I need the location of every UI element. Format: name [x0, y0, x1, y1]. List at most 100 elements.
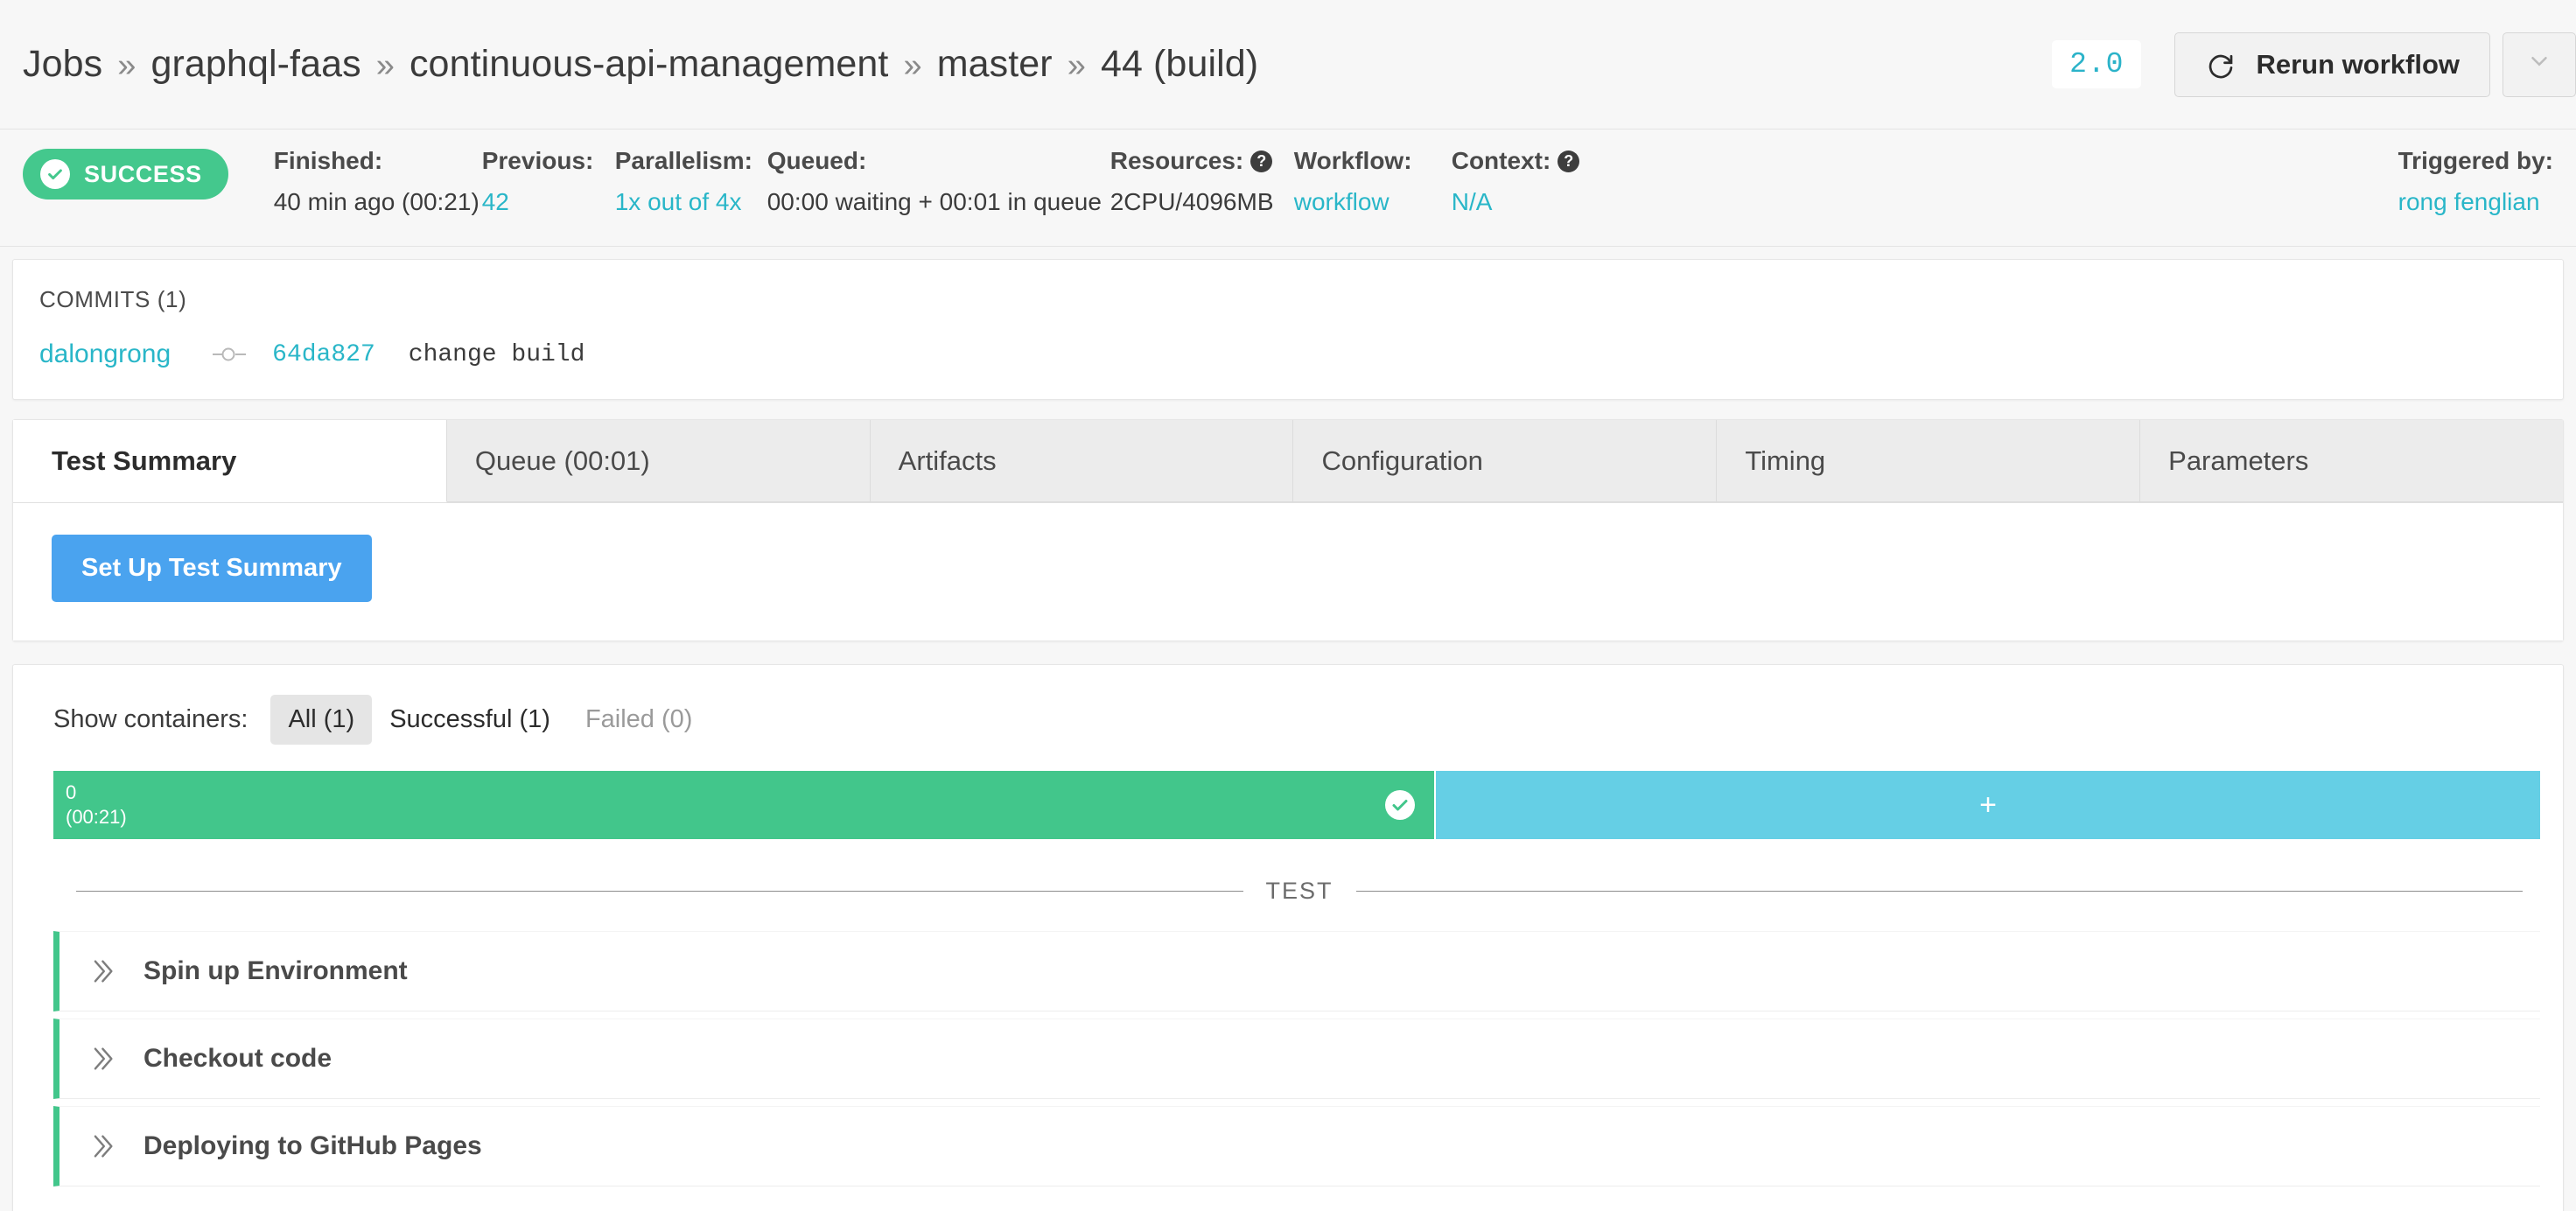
meta-context-label: Context: ?	[1452, 149, 1609, 173]
meta-resources-label: Resources: ?	[1110, 149, 1294, 173]
container-filter-failed[interactable]: Failed (0)	[568, 695, 710, 745]
plus-icon: +	[1979, 788, 1997, 822]
container-filter-successful[interactable]: Successful (1)	[372, 695, 568, 745]
meta-triggered-by: Triggered by: rong fenglian	[2398, 149, 2553, 214]
chevron-double-right-icon[interactable]	[60, 1131, 144, 1161]
meta-finished: Finished: 40 min ago (00:21)	[274, 149, 482, 214]
meta-triggered-by-value[interactable]: rong fenglian	[2398, 190, 2540, 214]
meta-finished-value: 40 min ago (00:21)	[273, 188, 480, 215]
status-badge-label: SUCCESS	[84, 160, 202, 187]
breadcrumb-separator: »	[1067, 47, 1086, 84]
step-label: Checkout code	[144, 1044, 332, 1073]
breadcrumb: Jobs » graphql-faas » continuous-api-man…	[23, 43, 1258, 86]
breadcrumb-separator: »	[375, 47, 395, 84]
tab-label: Timing	[1745, 444, 1826, 476]
commits-title: COMMITS (1)	[39, 286, 187, 312]
meta-triggered-by-label: Triggered by:	[2398, 147, 2553, 174]
rerun-workflow-button[interactable]: Rerun workflow	[2174, 32, 2490, 97]
meta-context-value[interactable]: N/A	[1452, 190, 1609, 214]
commits-card: COMMITS (1) dalongrong 64da827 change bu…	[12, 259, 2564, 400]
build-meta: Finished: 40 min ago (00:21) Previous: 4…	[253, 149, 1609, 214]
divider-rule-left	[76, 891, 1243, 892]
containers-card: Show containers: All (1) Successful (1) …	[12, 664, 2564, 1211]
build-status-bar: SUCCESS Finished: 40 min ago (00:21) Pre…	[0, 130, 2576, 247]
step-row[interactable]: Deploying to GitHub Pages	[53, 1106, 2540, 1186]
tab-test-summary[interactable]: Test Summary	[13, 420, 447, 502]
commit-author[interactable]: dalongrong	[39, 340, 171, 369]
container-filter-label: Show containers:	[53, 705, 248, 733]
meta-finished-label: Finished:	[273, 147, 383, 174]
commit-row: dalongrong 64da827 change build	[39, 340, 2537, 369]
check-circle-icon	[1385, 790, 1415, 820]
help-icon[interactable]: ?	[1250, 150, 1273, 172]
refresh-icon	[2205, 49, 2236, 80]
breadcrumb-item-jobs[interactable]: Jobs	[23, 43, 102, 86]
meta-queued-value: 00:00 waiting + 00:01 in queue	[766, 188, 1102, 215]
tab-panel-test-summary: Set Up Test Summary	[13, 503, 2563, 640]
meta-parallelism-label: Parallelism:	[614, 147, 752, 174]
tab-queue[interactable]: Queue (00:01)	[446, 420, 871, 502]
build-page: Jobs » graphql-faas » continuous-api-man…	[0, 0, 2576, 1211]
commit-hash[interactable]: 64da827	[272, 341, 375, 368]
breadcrumb-item-build: 44 (build)	[1100, 43, 1259, 85]
container-filter-all[interactable]: All (1)	[270, 695, 373, 745]
divider-rule-right	[1355, 891, 2524, 892]
tab-label: Parameters	[2168, 444, 2309, 476]
step-row[interactable]: Spin up Environment	[53, 931, 2540, 1012]
check-circle-icon	[40, 159, 70, 189]
meta-workflow-label: Workflow:	[1293, 147, 1412, 174]
breadcrumb-item-org[interactable]: graphql-faas	[150, 43, 360, 86]
chevron-down-icon	[2526, 48, 2552, 81]
breadcrumb-item-project[interactable]: continuous-api-management	[410, 43, 889, 86]
tab-label: Configuration	[1321, 444, 1483, 476]
container-item-labels: 0 (00:21)	[53, 780, 127, 830]
page-header: Jobs » graphql-faas » continuous-api-man…	[0, 0, 2576, 130]
tab-artifacts[interactable]: Artifacts	[870, 420, 1294, 502]
meta-previous: Previous: 42	[482, 149, 615, 214]
build-tabs-card: Test Summary Queue (00:01) Artifacts Con…	[12, 419, 2564, 641]
rerun-workflow-label: Rerun workflow	[2256, 48, 2460, 80]
container-bar: 0 (00:21) +	[53, 771, 2540, 839]
breadcrumb-item-branch[interactable]: master	[937, 43, 1053, 86]
chevron-double-right-icon[interactable]	[60, 956, 144, 986]
build-tabs: Test Summary Queue (00:01) Artifacts Con…	[13, 420, 2563, 503]
build-steps: Spin up Environment Checkout code Deploy…	[36, 931, 2540, 1186]
meta-parallelism-value[interactable]: 1x out of 4x	[615, 190, 767, 214]
more-actions-button[interactable]	[2502, 32, 2576, 97]
commit-node-icon	[211, 346, 248, 363]
step-row[interactable]: Checkout code	[53, 1018, 2540, 1099]
breadcrumb-separator: »	[117, 47, 136, 84]
meta-parallelism: Parallelism: 1x out of 4x	[615, 149, 767, 214]
status-badge: SUCCESS	[23, 149, 228, 200]
step-label: Spin up Environment	[144, 956, 408, 985]
meta-workflow: Workflow: workflow	[1294, 149, 1452, 214]
step-label: Deploying to GitHub Pages	[144, 1131, 482, 1160]
meta-context: Context: ? N/A	[1452, 149, 1609, 214]
container-filter: Show containers: All (1) Successful (1) …	[36, 695, 2540, 745]
setup-test-summary-button[interactable]: Set Up Test Summary	[52, 535, 372, 602]
container-item-0[interactable]: 0 (00:21)	[53, 771, 1436, 839]
card-bottom-padding	[36, 1194, 2540, 1211]
section-divider-test: TEST	[76, 878, 2524, 905]
header-actions: 2.0 Rerun workflow	[2052, 0, 2576, 129]
tab-timing[interactable]: Timing	[1717, 420, 2141, 502]
meta-workflow-value[interactable]: workflow	[1294, 190, 1452, 214]
chevron-double-right-icon[interactable]	[60, 1044, 144, 1074]
help-icon[interactable]: ?	[1558, 150, 1580, 172]
container-index: 0	[66, 780, 77, 803]
meta-resources: Resources: ? 2CPU/4096MB	[1110, 149, 1294, 214]
meta-previous-value[interactable]: 42	[482, 190, 615, 214]
meta-queued-label: Queued:	[766, 147, 867, 174]
commit-message: change build	[408, 340, 585, 368]
tab-configuration[interactable]: Configuration	[1293, 420, 1718, 502]
breadcrumb-separator: »	[903, 47, 922, 84]
config-version-badge: 2.0	[2052, 40, 2142, 88]
add-container-button[interactable]: +	[1436, 771, 2540, 839]
meta-queued: Queued: 00:00 waiting + 00:01 in queue	[767, 149, 1110, 214]
section-divider-label: TEST	[1265, 878, 1334, 904]
tab-label: Artifacts	[898, 444, 997, 476]
tab-label: Queue (00:01)	[474, 444, 650, 476]
tab-parameters[interactable]: Parameters	[2140, 420, 2563, 502]
meta-previous-label: Previous:	[481, 147, 594, 174]
container-duration: (00:21)	[66, 806, 127, 828]
